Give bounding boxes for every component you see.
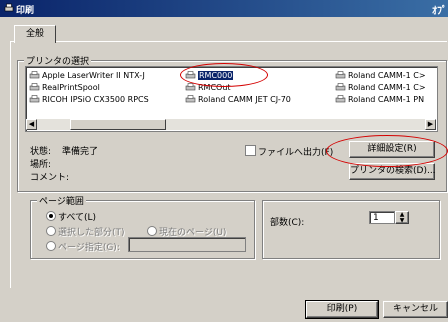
printer-icon — [335, 95, 346, 103]
printer-item[interactable]: Roland CAMM-1 C> — [335, 82, 426, 93]
printer-name: RealPrintSpool — [42, 83, 100, 92]
radio-all-pages[interactable] — [46, 211, 56, 221]
window-title: 印刷 — [16, 6, 35, 16]
print-dialog: 印刷 ｵﾌﾟ 全般 プリンタの選択 Apple LaserWriter II N… — [0, 0, 448, 322]
printer-icon — [335, 83, 346, 91]
cancel-button[interactable]: キャンセル — [383, 301, 448, 318]
printer-name: Roland CAMM JET CJ-70 — [198, 95, 291, 104]
radio-all-pages-label[interactable]: すべて(L) — [58, 210, 96, 223]
title-corner-mark: ｵﾌﾟ — [432, 6, 447, 17]
printer-item[interactable]: Roland CAMM-1 C> — [335, 70, 426, 81]
printer-item[interactable]: RICOH IPSiO CX3500 RPCS — [29, 94, 149, 105]
status-label: 状態: — [30, 147, 52, 157]
highlight-ring — [326, 135, 448, 167]
find-printer-button-label: プリンタの検索(D)... — [350, 166, 436, 176]
copies-input[interactable]: 1 — [369, 211, 395, 224]
printer-icon — [29, 95, 40, 103]
arrow-left-icon: ◀ — [28, 120, 35, 128]
scroll-right-button[interactable]: ▶ — [425, 119, 436, 130]
printer-item[interactable]: Apple LaserWriter II NTX-J — [29, 70, 145, 81]
comment-label: コメント: — [30, 173, 70, 183]
radio-page-range-label[interactable]: ページ指定(G): — [58, 240, 120, 253]
printer-name: RICOH IPSiO CX3500 RPCS — [42, 95, 149, 104]
status-value: 準備完了 — [62, 147, 99, 157]
scroll-left-button[interactable]: ◀ — [26, 119, 37, 130]
print-to-file-checkbox[interactable] — [245, 145, 256, 156]
radio-selection-label[interactable]: 選択した部分(T) — [58, 225, 125, 238]
copies-group — [262, 200, 440, 259]
title-bar: 印刷 ｵﾌﾟ — [0, 0, 448, 17]
spinner-down-icon: ▼ — [399, 217, 405, 224]
cancel-button-label: キャンセル — [392, 304, 438, 314]
tab-general[interactable]: 全般 — [14, 25, 56, 43]
copies-value: 1 — [373, 213, 379, 223]
printer-name: Roland CAMM-1 C> — [348, 83, 426, 92]
tab-general-label: 全般 — [25, 29, 44, 39]
printer-icon — [4, 3, 14, 12]
printer-name: Roland CAMM-1 C> — [348, 71, 426, 80]
printer-name: Apple LaserWriter II NTX-J — [42, 71, 145, 80]
page-range-input[interactable] — [128, 237, 246, 252]
copies-spinner[interactable]: ▲ ▼ — [395, 211, 409, 224]
printer-list-hscrollbar[interactable]: ◀ ▶ — [26, 119, 436, 130]
printer-icon — [29, 71, 40, 79]
printer-icon — [29, 83, 40, 91]
radio-current-page[interactable] — [147, 226, 157, 236]
page-range-title: ページ範囲 — [37, 194, 86, 207]
printer-item[interactable]: Roland CAMM-1 PN — [335, 94, 424, 105]
scroll-thumb[interactable] — [70, 119, 166, 130]
print-button[interactable]: 印刷(P) — [305, 300, 379, 319]
printer-icon — [335, 71, 346, 79]
copies-label: 部数(C): — [270, 218, 305, 228]
printer-item[interactable]: RealPrintSpool — [29, 82, 100, 93]
printer-name: Roland CAMM-1 PN — [348, 95, 425, 104]
print-button-label: 印刷(P) — [326, 304, 358, 314]
location-label: 場所: — [30, 160, 52, 170]
print-to-file-label[interactable]: ファイルへ出力(F) — [258, 145, 333, 158]
radio-page-range[interactable] — [46, 241, 56, 251]
radio-selection[interactable] — [46, 226, 56, 236]
arrow-right-icon: ▶ — [427, 120, 434, 128]
printer-icon — [185, 95, 196, 103]
printer-item[interactable]: Roland CAMM JET CJ-70 — [185, 94, 291, 105]
printer-icon — [185, 83, 196, 91]
highlight-ring — [180, 63, 268, 87]
